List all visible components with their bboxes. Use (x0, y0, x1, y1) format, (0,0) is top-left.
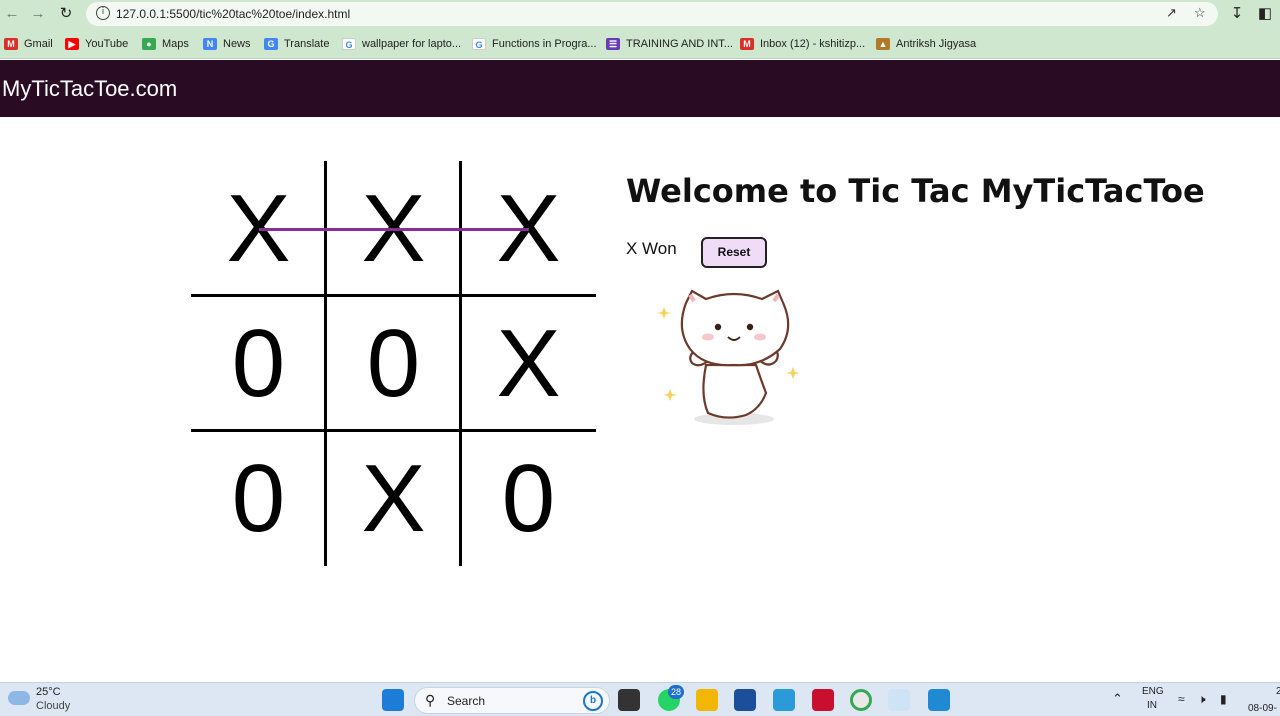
vscode-icon[interactable] (928, 689, 950, 711)
weather-temp[interactable]: 25°C (36, 686, 61, 698)
bookmark-wallpaper[interactable]: G wallpaper for lapto... (342, 36, 461, 52)
maps-icon: ● (142, 38, 156, 50)
board-cell-4[interactable]: 0 (191, 296, 326, 431)
gmail-icon: M (740, 38, 754, 50)
volume-icon[interactable]: 🕨 (1198, 692, 1206, 707)
bookmark-label: News (223, 38, 251, 50)
reset-button[interactable]: Reset (701, 237, 767, 268)
clock-date[interactable]: 08-09- (1248, 703, 1277, 714)
windows-taskbar: 25°C Cloudy ⚲ Search b 28 ⌃ ENG IN ≈ 🕨 ▮… (0, 682, 1280, 716)
clock-time[interactable]: 2 (1276, 686, 1280, 697)
board-cell-6[interactable]: X (461, 296, 596, 431)
cloud-icon (8, 691, 30, 705)
forms-icon: ☰ (606, 38, 620, 50)
bookmark-gmail[interactable]: M Gmail (4, 36, 53, 52)
task-view-icon[interactable] (618, 689, 640, 711)
bing-icon[interactable]: b (583, 691, 603, 711)
bookmark-label: Maps (162, 38, 189, 50)
myhp-icon[interactable] (773, 689, 795, 711)
bookmark-star-icon[interactable]: ☆ (1194, 5, 1206, 21)
share-icon[interactable]: ↗ (1166, 5, 1177, 21)
taskbar-search[interactable]: ⚲ Search b (414, 687, 610, 714)
gmail-icon: M (4, 38, 18, 50)
bookmark-inbox[interactable]: M Inbox (12) - kshitizp... (740, 36, 865, 52)
game-board: X X X 0 0 X 0 X 0 (191, 161, 596, 566)
bookmark-functions[interactable]: G Functions in Progra... (472, 36, 597, 52)
bookmark-label: Antriksh Jigyasa (896, 38, 977, 50)
bookmark-label: Functions in Progra... (492, 38, 597, 50)
bookmark-translate[interactable]: G Translate (264, 36, 329, 52)
site-navbar: MyTicTacToe.com (0, 60, 1280, 117)
info-panel: Welcome to Tic Tac MyTicTacToe (626, 172, 1205, 210)
back-arrow-icon[interactable]: ← (2, 4, 22, 24)
rocket-icon: ▲ (876, 38, 890, 50)
board-cell-5[interactable]: 0 (326, 296, 461, 431)
browser-address-bar: ← → ↻ i 127.0.0.1:5500/tic%20tac%20toe/i… (0, 0, 1280, 28)
bookmark-label: Gmail (24, 38, 53, 50)
chrome-icon[interactable] (850, 689, 872, 711)
reload-icon[interactable]: ↻ (56, 4, 76, 24)
site-info-icon[interactable]: i (96, 6, 110, 20)
bookmark-news[interactable]: N News (203, 36, 251, 52)
bookmark-antriksh[interactable]: ▲ Antriksh Jigyasa (876, 36, 976, 52)
bookmarks-bar: M Gmail ▶ YouTube ● Maps N News G Transl… (0, 28, 1280, 59)
file-explorer-icon[interactable] (696, 689, 718, 711)
bookmark-label: wallpaper for lapto... (362, 38, 462, 50)
windows-start-icon[interactable] (382, 689, 404, 711)
url-text: 127.0.0.1:5500/tic%20tac%20toe/index.htm… (116, 7, 351, 21)
lang-indicator-bottom[interactable]: IN (1147, 700, 1157, 711)
news-icon: N (203, 38, 217, 50)
bookmark-label: Inbox (12) - kshitizp... (760, 38, 866, 50)
download-icon[interactable]: ↧ (1227, 4, 1247, 24)
bookmark-maps[interactable]: ● Maps (142, 36, 189, 52)
mcafee-icon[interactable] (812, 689, 834, 711)
store-icon[interactable] (734, 689, 756, 711)
url-field[interactable]: i 127.0.0.1:5500/tic%20tac%20toe/index.h… (86, 2, 1218, 26)
chevron-up-icon[interactable]: ⌃ (1112, 691, 1123, 707)
board-cell-8[interactable]: X (326, 431, 461, 566)
lang-indicator-top[interactable]: ENG (1142, 686, 1164, 697)
board-cell-9[interactable]: 0 (461, 431, 596, 566)
game-status: X Won (626, 239, 677, 258)
weather-desc[interactable]: Cloudy (36, 700, 70, 712)
battery-icon[interactable]: ▮ (1220, 692, 1227, 706)
page-title: Welcome to Tic Tac MyTicTacToe (626, 172, 1205, 210)
bookmark-training[interactable]: ☰ TRAINING AND INT... (606, 36, 733, 52)
whatsapp-badge: 28 (668, 685, 684, 699)
translate-icon: G (264, 38, 278, 50)
forward-arrow-icon[interactable]: → (28, 4, 48, 24)
bookmark-label: Translate (284, 38, 330, 50)
app-icon[interactable] (888, 689, 910, 711)
search-icon: ⚲ (425, 692, 436, 708)
bookmark-label: TRAINING AND INT... (626, 38, 733, 50)
cat-illustration (656, 285, 806, 430)
bookmark-youtube[interactable]: ▶ YouTube (65, 36, 128, 52)
winning-line (259, 228, 529, 231)
search-label: Search (447, 694, 486, 708)
youtube-icon: ▶ (65, 38, 79, 50)
bookmark-label: YouTube (85, 38, 129, 50)
side-panel-icon[interactable]: ◧ (1255, 4, 1275, 24)
google-icon: G (342, 38, 356, 50)
site-brand[interactable]: MyTicTacToe.com (2, 76, 177, 102)
board-cell-7[interactable]: 0 (191, 431, 326, 566)
google-icon: G (472, 38, 486, 50)
wifi-icon[interactable]: ≈ (1178, 692, 1185, 706)
